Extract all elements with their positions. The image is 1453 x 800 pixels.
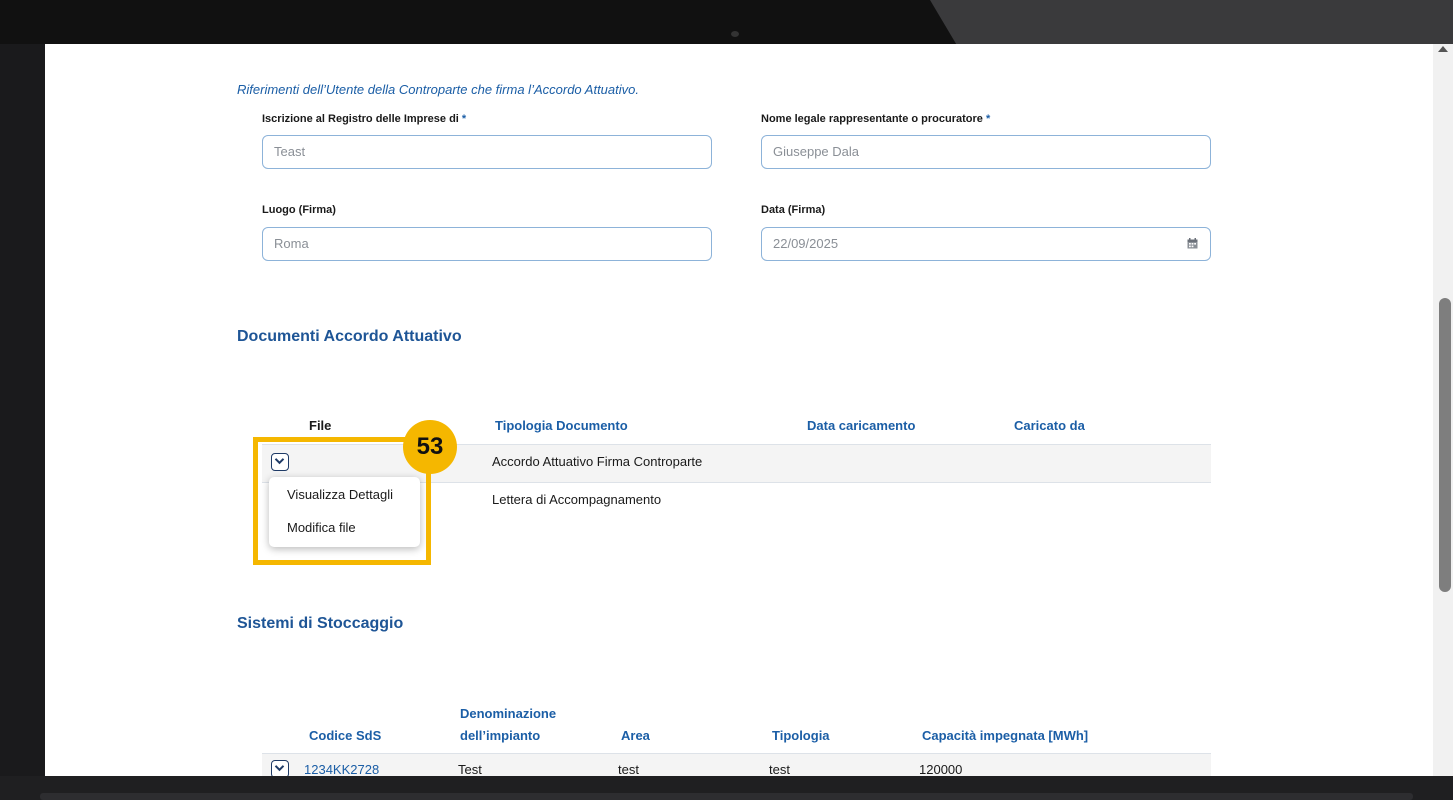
document-type-cell: Lettera di Accompagnamento xyxy=(492,492,662,507)
storage-section-title: Sistemi di Stoccaggio xyxy=(237,615,404,632)
row-expand-button[interactable] xyxy=(271,760,289,776)
col-area: Area xyxy=(621,728,650,743)
registry-label-text: Iscrizione al Registro delle Imprese di xyxy=(262,113,459,125)
calendar-icon[interactable] xyxy=(1187,238,1198,249)
documents-section-title: Documenti Accordo Attuativo xyxy=(237,328,462,345)
registry-input[interactable]: Teast xyxy=(262,135,712,169)
signatory-intro: Riferimenti dell’Utente della Contropart… xyxy=(237,82,639,97)
laptop-bezel-reflection xyxy=(930,0,1453,44)
legal-rep-input[interactable]: Giuseppe Dala xyxy=(761,135,1211,169)
col-document-type: Tipologia Documento xyxy=(495,418,628,433)
browser-screen: Riferimenti dell’Utente della Contropart… xyxy=(45,44,1453,776)
area-cell: test xyxy=(618,762,639,776)
table-row[interactable] xyxy=(262,754,1211,776)
camera-icon xyxy=(731,31,739,37)
col-file: File xyxy=(309,418,332,433)
required-mark: * xyxy=(461,113,467,125)
scroll-up-arrow-icon[interactable] xyxy=(1438,46,1448,52)
sds-code-link[interactable]: 1234KK2728 xyxy=(304,762,379,776)
date-label: Data (Firma) xyxy=(761,204,826,216)
legal-rep-label-text: Nome legale rappresentante o procuratore xyxy=(761,113,983,125)
col-sds-code: Codice SdS xyxy=(309,728,382,743)
laptop-base-edge xyxy=(40,793,1413,800)
chevron-down-icon xyxy=(274,765,285,772)
col-upload-date: Data caricamento xyxy=(807,418,916,433)
scrollbar-thumb[interactable] xyxy=(1439,298,1451,592)
place-input[interactable]: Roma xyxy=(262,227,712,261)
type-cell: test xyxy=(769,762,790,776)
col-plant-name-line2: dell’impianto xyxy=(460,728,541,743)
scrollbar[interactable] xyxy=(1433,44,1453,776)
document-type-cell: Accordo Attuativo Firma Controparte xyxy=(492,454,703,469)
date-input[interactable]: 22/09/2025 xyxy=(761,227,1211,261)
step-number-badge: 53 xyxy=(403,420,457,474)
col-type: Tipologia xyxy=(772,728,830,743)
col-uploaded-by: Caricato da xyxy=(1014,418,1085,433)
required-mark: * xyxy=(985,113,991,125)
col-plant-name-line1: Denominazione xyxy=(460,706,557,721)
place-label: Luogo (Firma) xyxy=(262,204,336,216)
date-value: 22/09/2025 xyxy=(773,236,839,251)
legal-rep-label: Nome legale rappresentante o procuratore… xyxy=(761,113,990,125)
col-capacity: Capacità impegnata [MWh] xyxy=(922,728,1089,743)
registry-label: Iscrizione al Registro delle Imprese di … xyxy=(262,113,466,125)
capacity-cell: 120000 xyxy=(919,762,963,776)
plant-name-cell: Test xyxy=(458,762,482,776)
